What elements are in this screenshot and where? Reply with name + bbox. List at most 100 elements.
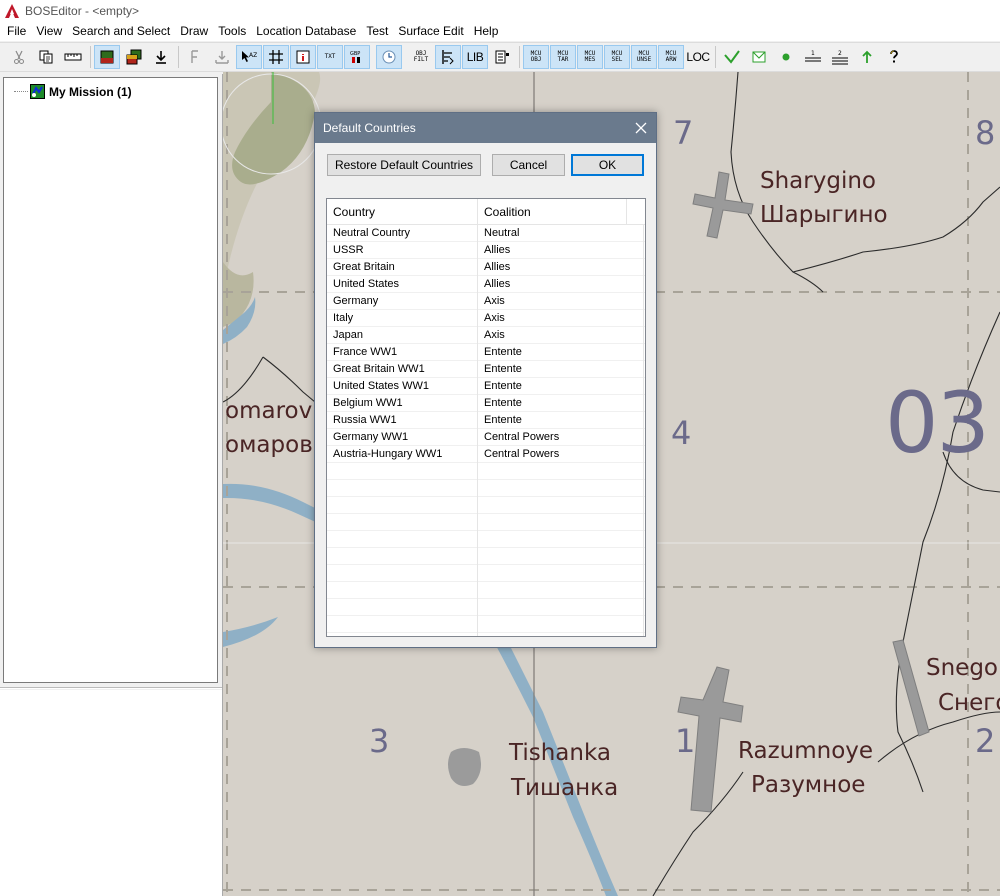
info-button[interactable] (290, 45, 316, 69)
mcu-sel-button[interactable]: MCU SEL (604, 45, 630, 69)
coalition-cell[interactable]: Central Powers (478, 446, 644, 463)
menu-help[interactable]: Help (469, 22, 504, 41)
countries-grid[interactable]: Country Coalition Neutral Country Neutral… (326, 198, 646, 637)
layer-one-button[interactable]: 1 (800, 45, 826, 69)
mcu-obj-label-bottom: OBJ (530, 56, 542, 63)
column-header-coalition[interactable]: Coalition (478, 199, 627, 225)
gbp-icon: GBP (350, 51, 360, 63)
country-cell: Great Britain (327, 259, 478, 276)
map-layers-button[interactable] (121, 45, 147, 69)
coalition-cell[interactable]: Axis (478, 327, 644, 344)
toolbar: AZ TXT GBP OBJ FILT LIB MCU OBJ MCU TAR … (0, 42, 1000, 72)
map-layer-button[interactable] (94, 45, 120, 69)
country-cell: United States (327, 276, 478, 293)
arrow-up-button[interactable] (854, 45, 880, 69)
table-row[interactable]: USSR Allies (327, 242, 645, 259)
map-grid-number: 2 (975, 722, 996, 760)
checkmark-button[interactable] (719, 45, 745, 69)
text-button[interactable]: TXT (317, 45, 343, 69)
menu-tools[interactable]: Tools (213, 22, 251, 41)
coalition-cell[interactable]: Central Powers (478, 429, 644, 446)
coalition-cell[interactable]: Entente (478, 378, 644, 395)
mcu-arw-button[interactable]: MCU ARW (658, 45, 684, 69)
table-row[interactable]: Russia WW1 Entente (327, 412, 645, 429)
library-button[interactable]: LIB (462, 45, 488, 69)
green-arrow-up-icon (862, 50, 872, 63)
coalition-cell[interactable]: Neutral (478, 225, 644, 242)
coalition-cell[interactable]: Allies (478, 242, 644, 259)
coalition-cell[interactable]: Entente (478, 395, 644, 412)
tree-node-my-mission[interactable]: My Mission (1) (14, 84, 132, 99)
country-cell: France WW1 (327, 344, 478, 361)
country-cell: Germany WW1 (327, 429, 478, 446)
scissors-icon (14, 50, 24, 64)
menu-location-database[interactable]: Location Database (251, 22, 361, 41)
menu-file[interactable]: File (2, 22, 31, 41)
coalition-cell[interactable]: Axis (478, 293, 644, 310)
cut-button[interactable] (6, 45, 32, 69)
table-row[interactable]: Austria-Hungary WW1 Central Powers (327, 446, 645, 463)
coalition-cell[interactable]: Entente (478, 344, 644, 361)
clock-button[interactable] (376, 45, 402, 69)
coalition-cell[interactable]: Allies (478, 276, 644, 293)
table-row[interactable]: France WW1 Entente (327, 344, 645, 361)
menu-search-and-select[interactable]: Search and Select (67, 22, 175, 41)
mission-tree[interactable]: My Mission (1) (3, 77, 218, 683)
table-row[interactable]: United States Allies (327, 276, 645, 293)
mcu-mes-label-bottom: MES (584, 56, 596, 63)
restore-default-countries-button[interactable]: Restore Default Countries (327, 154, 481, 176)
properties-button[interactable] (489, 45, 515, 69)
table-row[interactable]: United States WW1 Entente (327, 378, 645, 395)
table-row[interactable]: Germany WW1 Central Powers (327, 429, 645, 446)
empty-row (327, 616, 645, 633)
mcu-obj-button[interactable]: MCU OBJ (523, 45, 549, 69)
clock-icon (382, 50, 396, 64)
coalition-cell[interactable]: Axis (478, 310, 644, 327)
download-button[interactable] (148, 45, 174, 69)
menu-test[interactable]: Test (361, 22, 393, 41)
tree-connector-line (14, 91, 28, 92)
table-row[interactable]: Italy Axis (327, 310, 645, 327)
table-row[interactable]: Neutral Country Neutral (327, 225, 645, 242)
layer-two-button[interactable]: 2 (827, 45, 853, 69)
table-row[interactable]: Japan Axis (327, 327, 645, 344)
coalition-cell[interactable]: Entente (478, 412, 644, 429)
message-button[interactable] (746, 45, 772, 69)
obj-filter-button[interactable]: OBJ FILT (408, 45, 434, 69)
grid-button[interactable] (263, 45, 289, 69)
menu-draw[interactable]: Draw (175, 22, 213, 41)
panel-splitter[interactable] (0, 687, 222, 689)
copy-button[interactable] (33, 45, 59, 69)
menu-view[interactable]: View (31, 22, 67, 41)
green-dot-icon (782, 53, 790, 61)
table-row[interactable]: Belgium WW1 Entente (327, 395, 645, 412)
coalition-cell[interactable]: Entente (478, 361, 644, 378)
dot-button[interactable] (773, 45, 799, 69)
menu-surface-edit[interactable]: Surface Edit (393, 22, 468, 41)
table-row[interactable]: Great Britain WW1 Entente (327, 361, 645, 378)
coalition-cell[interactable]: Allies (478, 259, 644, 276)
mcu-tar-button[interactable]: MCU TAR (550, 45, 576, 69)
mcu-unse-button[interactable]: MCU UNSE (631, 45, 657, 69)
import-button[interactable] (209, 45, 235, 69)
ok-button[interactable]: OK (571, 154, 644, 176)
dialog-close-button[interactable] (626, 113, 656, 143)
ruler-button[interactable] (60, 45, 86, 69)
mcu-mes-button[interactable]: MCU MES (577, 45, 603, 69)
column-header-country[interactable]: Country (327, 199, 478, 225)
select-az-button[interactable]: AZ (236, 45, 262, 69)
filter-chart-button[interactable] (435, 45, 461, 69)
empty-row (327, 548, 645, 565)
table-row[interactable]: Great Britain Allies (327, 259, 645, 276)
map-grid-number: 3 (369, 722, 390, 760)
gbp-button[interactable]: GBP (344, 45, 370, 69)
empty-row (327, 633, 645, 636)
location-button[interactable]: LOC (685, 45, 711, 69)
flag-f-button[interactable] (182, 45, 208, 69)
cancel-button[interactable]: Cancel (492, 154, 565, 176)
table-row[interactable]: Germany Axis (327, 293, 645, 310)
library-button-label: LIB (466, 50, 484, 64)
boseditor-app-icon (5, 4, 19, 18)
help-button[interactable] (881, 45, 907, 69)
toolbar-separator (178, 46, 179, 68)
